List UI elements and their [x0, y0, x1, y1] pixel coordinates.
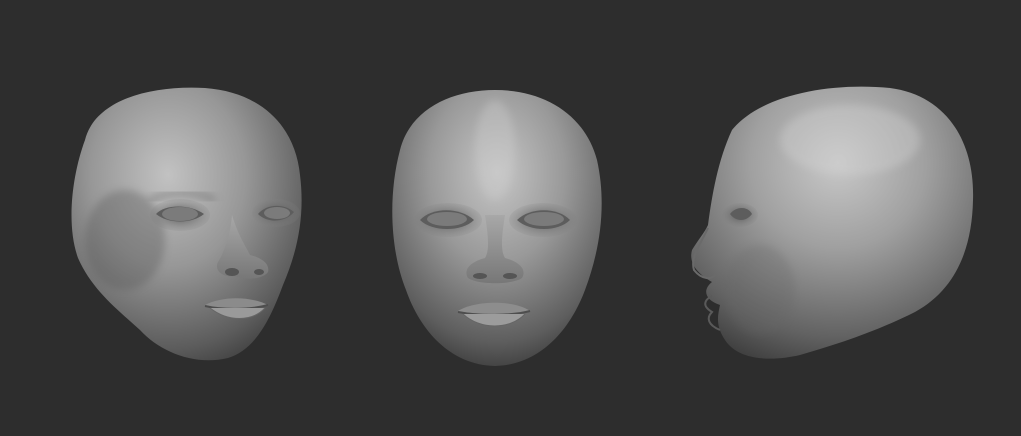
left-eye: [150, 199, 210, 231]
sculpt-render: [0, 0, 1021, 436]
cheek-shadow: [85, 190, 165, 290]
left-eye: [414, 203, 482, 237]
right-eye: [252, 199, 300, 227]
eye: [722, 203, 758, 227]
viewport: [0, 0, 1021, 436]
right-eye: [509, 203, 577, 237]
